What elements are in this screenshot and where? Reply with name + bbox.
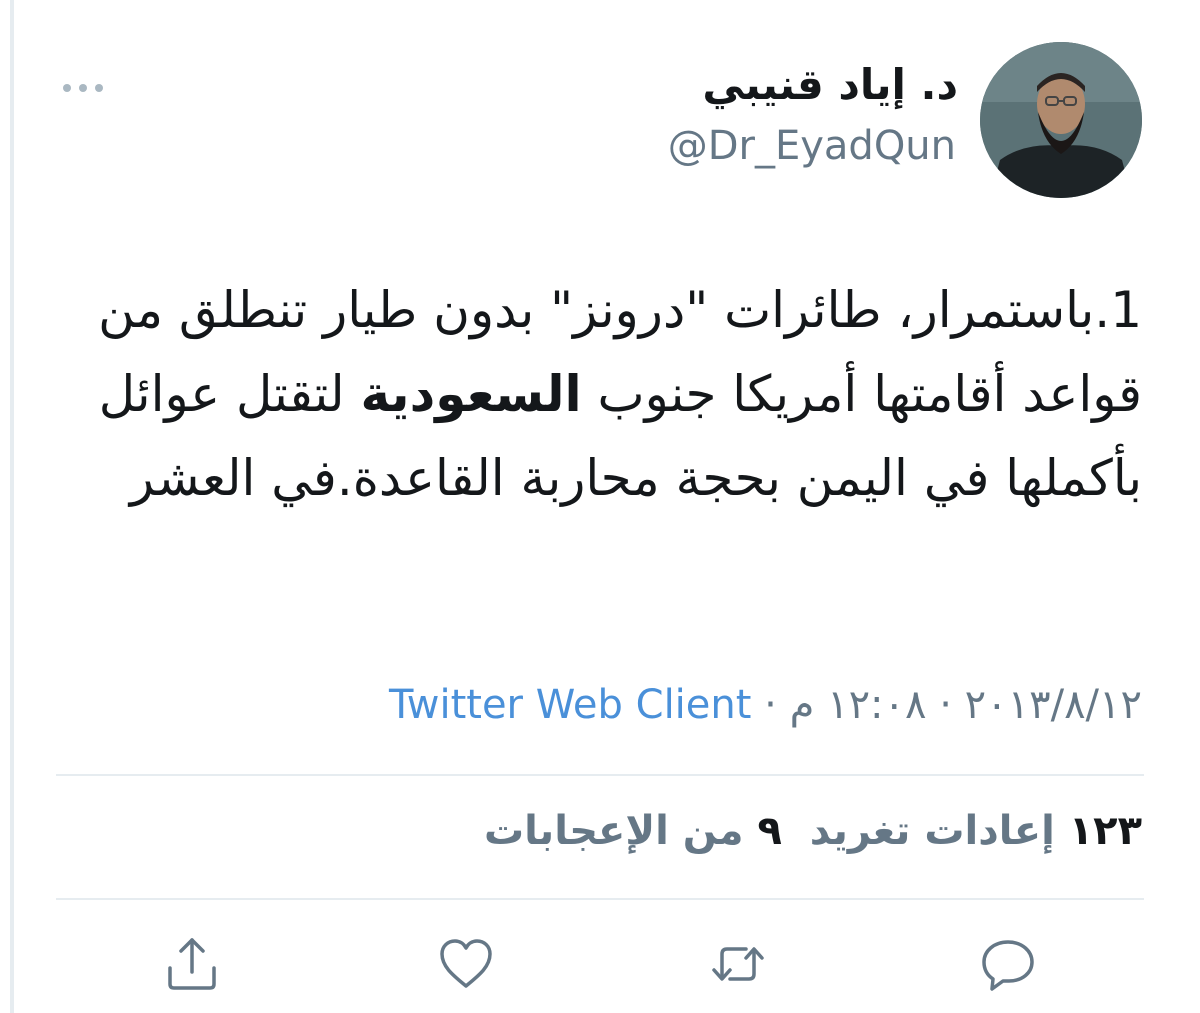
tweet-client-link[interactable]: Twitter Web Client [389,682,752,728]
retweets-label: إعادات تغريد [809,808,1055,854]
likes-count: ٩ [757,808,782,854]
heart-icon [440,939,492,988]
reply-button[interactable] [978,934,1038,994]
like-button[interactable] [436,934,496,994]
divider [56,898,1144,900]
retweet-button[interactable] [708,934,768,994]
tweet-date[interactable]: ٢٠١٣/٨/١٢ [965,682,1142,728]
tweet-stats: ١٢٣ إعادات تغريد ٩ من الإعجابات [484,808,1142,854]
reply-icon [982,940,1034,991]
share-icon [168,938,216,990]
avatar-image [980,42,1142,198]
tweet-text: 1.باستمرار، طائرات "درونز" بدون طيار تنط… [82,268,1142,520]
meta-separator: · [764,682,777,728]
likes-stat[interactable]: ٩ من الإعجابات [484,808,782,854]
likes-label: من الإعجابات [483,808,744,854]
retweet-icon [712,947,764,981]
display-name[interactable]: د. إياد قنيبي [702,60,958,109]
tweet-meta: ٢٠١٣/٨/١٢ · ١٢:٠٨ م · Twitter Web Client [389,682,1142,728]
share-button[interactable] [162,934,222,994]
meta-separator: · [939,682,952,728]
tweet-text-emphasis: السعودية [360,365,582,423]
more-options-button[interactable] [58,68,108,108]
retweets-count: ١٢٣ [1068,808,1142,854]
retweets-stat[interactable]: ١٢٣ إعادات تغريد [810,808,1142,854]
user-avatar[interactable] [980,42,1142,198]
user-handle[interactable]: @Dr_EyadQun [668,123,956,169]
left-border [10,0,14,1013]
divider [56,774,1144,776]
tweet-time[interactable]: ١٢:٠٨ م [790,682,927,728]
more-dots-icon [63,84,103,92]
